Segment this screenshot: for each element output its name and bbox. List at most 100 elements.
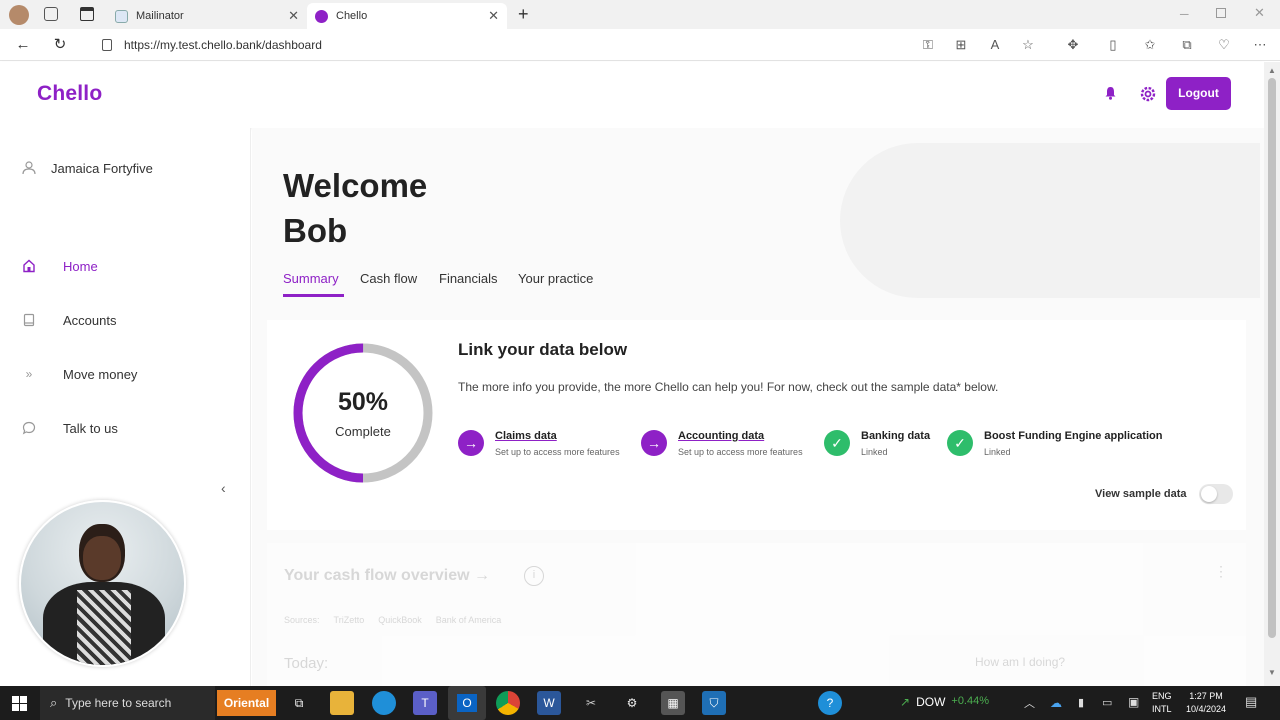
sidebar: Jamaica Fortyfive Home Accounts » Move m… — [0, 128, 251, 686]
battery-icon[interactable]: ▭ — [1102, 696, 1112, 709]
step-subtitle: Set up to access more features — [495, 447, 620, 457]
step-claims-data[interactable]: → Claims data Set up to access more feat… — [458, 430, 620, 457]
snipping-tool-icon[interactable]: ✂ — [579, 691, 603, 715]
lock-icon[interactable] — [102, 39, 112, 51]
stock-widget[interactable]: ↗ DOW +0.44% — [900, 695, 989, 709]
chat-icon — [22, 421, 36, 435]
sidebar-item-label: Accounts — [63, 312, 117, 328]
sidebar-item-move-money[interactable]: » Move money — [22, 364, 138, 384]
step-title: Banking data — [861, 430, 931, 442]
user-name: Jamaica Fortyfive — [51, 160, 153, 176]
outlook-icon[interactable]: O — [448, 686, 486, 720]
notification-center-icon[interactable]: ▤ — [1245, 694, 1257, 710]
windows-start-icon[interactable] — [12, 696, 27, 711]
step-title: Accounting data — [678, 430, 765, 442]
scroll-up-icon[interactable]: ▲ — [1268, 66, 1276, 75]
scrollbar-thumb[interactable] — [1268, 78, 1276, 638]
tab-label: Summary — [283, 271, 339, 286]
clock-date: 10/4/2024 — [1186, 704, 1227, 714]
address-toolbar: ← ↻ https://my.test.chello.bank/dashboar… — [0, 29, 1280, 61]
step-boost-funding: ✓ Boost Funding Engine application Linke… — [947, 430, 1162, 457]
help-icon[interactable]: ? — [818, 691, 842, 715]
file-explorer-icon[interactable] — [330, 691, 354, 715]
apps-icon[interactable]: ⊞ — [953, 37, 969, 53]
collections-icon[interactable]: ⧉ — [1179, 37, 1195, 53]
maximize-icon[interactable] — [1216, 8, 1226, 18]
tab-label: Cash flow — [360, 271, 418, 286]
word-icon[interactable]: W — [537, 691, 561, 715]
onedrive-icon[interactable]: ☁ — [1050, 696, 1062, 710]
link-card-title: Link your data below — [458, 340, 628, 359]
chello-logo[interactable]: Chello — [37, 82, 102, 106]
split-screen-icon[interactable]: ▯ — [1105, 37, 1121, 53]
sidebar-item-home[interactable]: Home — [22, 256, 98, 276]
tab-your-practice[interactable]: Your practice — [518, 271, 593, 286]
sidebar-item-talk-to-us[interactable]: Talk to us — [22, 418, 118, 438]
extensions-icon[interactable]: ✥ — [1065, 37, 1081, 53]
step-subtitle: Linked — [984, 447, 1011, 457]
close-window-icon[interactable]: ✕ — [1254, 5, 1265, 21]
edge-icon[interactable] — [372, 691, 396, 715]
app-header: Chello Logout — [0, 62, 1264, 128]
move-money-icon: » — [25, 367, 33, 381]
user-profile[interactable]: Jamaica Fortyfive — [22, 158, 153, 178]
tab-actions-icon[interactable] — [80, 7, 94, 21]
accounts-icon — [22, 313, 36, 327]
arrow-right-icon: → — [474, 567, 490, 584]
view-sample-data-toggle[interactable] — [1199, 484, 1233, 504]
favorite-star-icon[interactable]: ☆ — [1020, 37, 1036, 53]
tab-summary[interactable]: Summary — [283, 271, 339, 286]
webcam-overlay — [19, 500, 186, 667]
settings-gear-icon[interactable] — [1139, 85, 1157, 103]
usb-icon[interactable]: ▮ — [1078, 696, 1084, 709]
progress-percent: 50% — [337, 388, 389, 416]
profile-avatar[interactable] — [9, 5, 29, 25]
browser-tab-bar: Mailinator ✕ Chello ✕ + ─ ✕ — [0, 0, 1280, 29]
step-banking-data: ✓ Banking data Linked — [824, 430, 930, 457]
tab-financials[interactable]: Financials — [439, 271, 498, 286]
settings-icon[interactable]: ⚙ — [620, 691, 644, 715]
notifications-bell-icon[interactable] — [1104, 86, 1117, 100]
oriental-widget[interactable]: Oriental — [217, 690, 276, 716]
tab-chello[interactable]: Chello ✕ — [307, 3, 507, 29]
page-scrollbar[interactable]: ▲ ▼ — [1264, 62, 1280, 686]
browser-essentials-icon[interactable]: ♡ — [1216, 37, 1232, 53]
workspaces-icon[interactable] — [44, 7, 58, 21]
taskbar-search[interactable]: ⌕ Type here to search — [40, 686, 215, 720]
key-icon[interactable]: ⚿ — [920, 37, 936, 53]
tab-active-underline — [283, 294, 344, 297]
calculator-icon[interactable]: ▦ — [661, 691, 685, 715]
step-accounting-data[interactable]: → Accounting data Set up to access more … — [641, 430, 803, 457]
language-indicator[interactable]: ENG INTL — [1152, 690, 1172, 716]
sidebar-item-label: Move money — [63, 366, 138, 382]
refresh-icon[interactable]: ↻ — [50, 35, 70, 55]
cash-flow-title[interactable]: Your cash flow overview → — [284, 567, 490, 585]
url-bar[interactable]: https://my.test.chello.bank/dashboard — [96, 32, 1046, 58]
favorites-icon[interactable]: ✩ — [1142, 37, 1158, 53]
info-icon[interactable]: i — [524, 566, 544, 586]
defender-icon[interactable]: ⛉ — [702, 691, 726, 715]
sidebar-item-label: Talk to us — [63, 420, 118, 436]
sidebar-item-accounts[interactable]: Accounts — [22, 310, 116, 330]
teams-icon[interactable]: T — [413, 691, 437, 715]
close-tab-icon[interactable]: ✕ — [288, 8, 299, 24]
scroll-down-icon[interactable]: ▼ — [1268, 668, 1276, 677]
tab-mailinator[interactable]: Mailinator ✕ — [107, 3, 307, 29]
task-view-icon[interactable]: ⧉ — [287, 691, 311, 715]
kebab-menu-icon[interactable]: ⋮ — [1214, 563, 1228, 580]
read-aloud-icon[interactable]: A — [987, 37, 1003, 53]
network-icon[interactable]: ▣ — [1128, 695, 1139, 709]
more-icon[interactable]: ⋯ — [1252, 37, 1268, 53]
new-tab-icon[interactable]: + — [518, 4, 529, 25]
tab-cash-flow[interactable]: Cash flow — [360, 271, 417, 286]
minimize-icon[interactable]: ─ — [1180, 7, 1189, 21]
chrome-icon[interactable] — [496, 691, 520, 715]
clock[interactable]: 1:27 PM 10/4/2024 — [1186, 690, 1226, 716]
back-icon[interactable]: ← — [13, 35, 33, 55]
collapse-sidebar-icon[interactable]: ‹ — [221, 480, 226, 496]
chello-favicon-icon — [315, 9, 328, 23]
logout-button[interactable]: Logout — [1166, 77, 1231, 110]
sources-row: Sources: TriZetto QuickBook Bank of Amer… — [284, 615, 501, 625]
tray-chevron-icon[interactable]: ︿ — [1024, 695, 1035, 711]
close-tab-icon[interactable]: ✕ — [488, 8, 499, 24]
